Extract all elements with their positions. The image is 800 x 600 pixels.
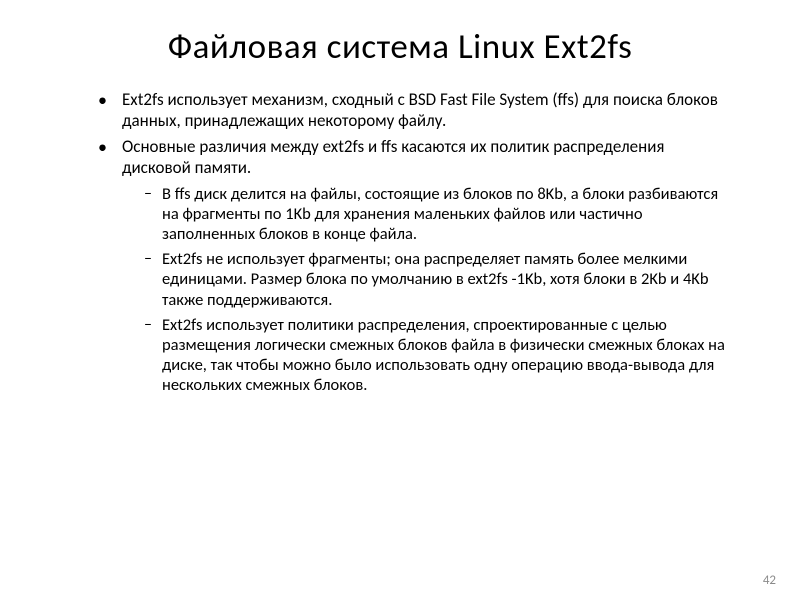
bullet-item: Ext2fs использует механизм, сходный с BS…: [98, 90, 732, 131]
bullet-text: Ext2fs использует механизм, сходный с BS…: [122, 89, 718, 131]
sub-bullet-text: Ext2fs не использует фрагменты; она расп…: [162, 249, 709, 309]
bullet-text: Основные различия между ext2fs и ffs кас…: [122, 136, 664, 178]
sub-bullet-text: Ext2fs использует политики распределения…: [162, 315, 725, 395]
slide-content: Ext2fs использует механизм, сходный с BS…: [40, 90, 760, 395]
sub-bullet-item: Ext2fs не использует фрагменты; она расп…: [144, 249, 732, 309]
sub-bullet-item: Ext2fs использует политики распределения…: [144, 315, 732, 396]
page-number: 42: [763, 573, 776, 588]
bullet-list: Ext2fs использует механизм, сходный с BS…: [98, 90, 732, 395]
bullet-item: Основные различия между ext2fs и ffs кас…: [98, 137, 732, 395]
slide-title: Файловая система Linux Ext2fs: [40, 26, 760, 68]
sub-bullet-item: В ffs диск делится на файлы, состоящие и…: [144, 184, 732, 244]
sub-bullet-text: В ffs диск делится на файлы, состоящие и…: [162, 184, 718, 244]
sub-bullet-list: В ffs диск делится на файлы, состоящие и…: [122, 184, 732, 395]
